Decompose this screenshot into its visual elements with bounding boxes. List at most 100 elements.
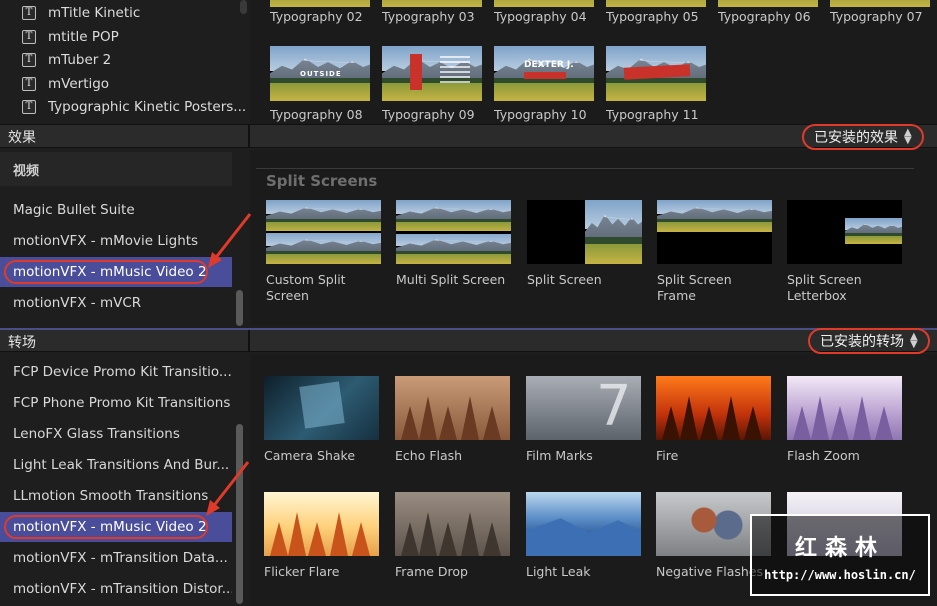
transition-label: Flash Zoom — [787, 448, 860, 463]
typography-overlay-block — [410, 54, 422, 90]
landscape-image — [657, 200, 772, 232]
title-template-icon: T — [22, 6, 36, 20]
typography-thumbnail[interactable] — [718, 0, 818, 7]
transition-thumbnail[interactable] — [264, 492, 379, 556]
landscape-image — [494, 0, 594, 7]
title-list-item[interactable]: TmTitle Kinetic — [22, 2, 140, 24]
sidebar-list-label: motionVFX - mVCR — [13, 295, 142, 311]
sidebar-list-item[interactable]: motionVFX - mTransition Distor... — [0, 574, 232, 604]
split-screen-label-line1: Split Screen — [787, 272, 862, 287]
split-screen-label: Split Screen Frame — [657, 272, 732, 304]
sidebar-list-item[interactable]: motionVFX - mVCR — [0, 288, 232, 318]
scene-field — [657, 221, 772, 232]
typography-thumbnail[interactable] — [382, 46, 482, 101]
split-screen-label: Split Screen Letterbox — [787, 272, 862, 304]
split-screen-label: Custom Split Screen — [266, 272, 346, 304]
transition-thumbnail[interactable] — [264, 376, 379, 440]
typography-thumbnail[interactable] — [382, 0, 482, 7]
transition-thumbnail[interactable] — [395, 376, 510, 440]
title-list-item[interactable]: TmVertigo — [22, 73, 109, 95]
split-screen-thumbnail[interactable] — [787, 200, 902, 264]
sidebar-list-item[interactable]: FCP Device Promo Kit Transitio... — [0, 357, 232, 387]
transition-thumbnail[interactable] — [787, 376, 902, 440]
scene-field — [382, 0, 482, 7]
split-screen-thumbnail[interactable] — [657, 200, 772, 264]
split-screen-label-line1: Split Screen — [527, 272, 602, 287]
typography-thumbnail[interactable] — [606, 46, 706, 101]
title-template-icon: T — [22, 76, 36, 91]
transition-thumbnail[interactable]: 7 — [526, 376, 641, 440]
transition-thumbnail[interactable] — [526, 492, 641, 556]
titles-sidebar: TmTitle Kinetic Tmtitle POP TmTuber 2 TmVer… — [0, 0, 248, 124]
section-divider — [248, 330, 250, 351]
typography-thumbnail[interactable]: OUTSIDE — [270, 46, 370, 101]
split-screen-label-line2: Screen — [266, 288, 309, 303]
sidebar-list-item[interactable]: motionVFX - mMovie Lights — [0, 226, 232, 256]
split-screen-thumbnail[interactable] — [266, 200, 381, 264]
installed-transitions-dropdown[interactable]: 已安装的转场 ▲ ▼ — [808, 328, 930, 354]
transition-thumbnail[interactable] — [656, 376, 771, 440]
sidebar-list-item[interactable]: FCP Phone Promo Kit Transitions — [0, 388, 232, 418]
transition-label: Film Marks — [526, 448, 593, 463]
typography-thumbnail[interactable] — [494, 0, 594, 7]
title-list-label: Typographic Kinetic Posters... — [48, 99, 247, 115]
pine-tree-shape — [439, 406, 457, 440]
transition-label: Light Leak — [526, 564, 591, 579]
effects-sidebar-scrollbar[interactable] — [236, 290, 243, 326]
sidebar-list-item[interactable]: motionVFX - mTransition Data... — [0, 543, 232, 573]
typography-label: Typography 03 — [382, 9, 475, 24]
sidebar-list-item[interactable]: motionVFX - mMusic Video 2 — [0, 257, 232, 287]
split-screen-thumbnail[interactable] — [396, 200, 511, 264]
typography-thumbnail[interactable]: DEXTER J. — [494, 46, 594, 101]
title-list-label: mTuber 2 — [48, 52, 112, 68]
split-screen-label-line2: Letterbox — [787, 288, 847, 303]
sidebar-list-label: Magic Bullet Suite — [13, 202, 135, 218]
installed-transitions-label: 已安装的转场 — [820, 334, 904, 350]
transition-label: Camera Shake — [264, 448, 356, 463]
scene-field — [718, 0, 818, 7]
pine-tree-shape — [419, 396, 437, 440]
watermark-title: 红森林 — [794, 536, 885, 561]
sidebar-list-label: FCP Device Promo Kit Transitio... — [13, 364, 232, 380]
chevron-updown-icon: ▲ ▼ — [910, 331, 918, 350]
sidebar-list-label: motionVFX - mMovie Lights — [13, 233, 199, 249]
scene-field — [396, 253, 511, 264]
pine-tree-shape — [811, 396, 829, 440]
typography-thumbnail[interactable] — [606, 0, 706, 7]
scene-field — [266, 253, 381, 264]
sidebar-list-label: motionVFX - mTransition Data... — [13, 550, 228, 566]
typography-label: Typography 06 — [718, 9, 811, 24]
typography-thumbnail[interactable] — [830, 0, 930, 7]
effects-section-label: 效果 — [8, 130, 36, 146]
pine-tree-shape — [662, 406, 680, 440]
split-screen-label-line1: Custom Split — [266, 272, 346, 287]
pine-tree-shape — [352, 522, 370, 556]
sidebar-list-item[interactable]: Magic Bullet Suite — [0, 195, 232, 225]
title-list-item[interactable]: Tmtitle POP — [22, 26, 119, 48]
sidebar-list-label: LLmotion Smooth Transitions — [13, 488, 209, 504]
pine-tree-shape — [483, 522, 501, 556]
sidebar-list-label: LenoFX Glass Transitions — [13, 426, 180, 442]
effects-section-bar: 效果 — [0, 124, 937, 148]
annotation-arrow-effects — [208, 213, 252, 268]
split-screen-thumbnail[interactable] — [527, 200, 642, 264]
effects-sidebar-header[interactable]: 视频 — [0, 152, 232, 186]
transition-thumbnail[interactable] — [395, 492, 510, 556]
installed-effects-dropdown[interactable]: 已安装的效果 ▲ ▼ — [802, 124, 924, 150]
title-list-item[interactable]: T Typographic Kinetic Posters... — [22, 96, 246, 118]
pine-tree-shape — [700, 406, 718, 440]
title-list-item[interactable]: TmTuber 2 — [22, 49, 111, 71]
installed-effects-label: 已安装的效果 — [814, 130, 898, 146]
pine-tree-shape — [793, 406, 811, 440]
effects-browser: Split Screens Custom Split Screen Multi Sp… — [250, 150, 937, 326]
transition-label: Echo Flash — [395, 448, 463, 463]
titles-sidebar-scrollbar[interactable] — [240, 0, 247, 14]
pine-tree-shape — [744, 406, 762, 440]
split-divider — [396, 231, 511, 234]
sidebar-list-label: motionVFX - mMusic Video 2 — [13, 264, 207, 280]
pine-tree-shape — [419, 512, 437, 556]
sidebar-list-item[interactable]: LenoFX Glass Transitions — [0, 419, 232, 449]
title-template-icon: T — [22, 53, 36, 67]
typography-thumbnail[interactable] — [270, 0, 370, 7]
transition-label: Frame Drop — [395, 564, 468, 579]
